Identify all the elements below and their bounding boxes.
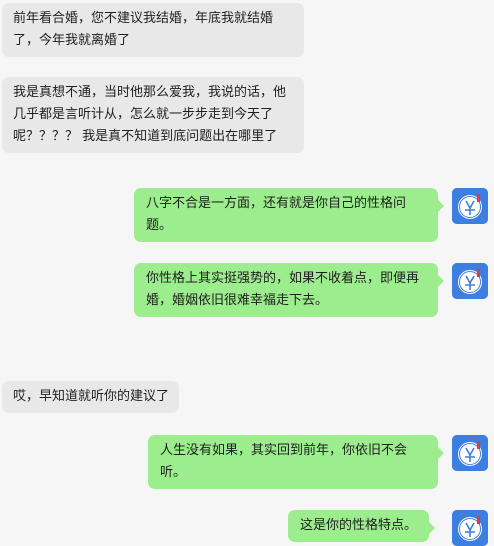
avatar-icon [452,510,488,546]
message-text: 前年看合婚，您不建议我结婚，年底我就结婚了，今年我就离婚了 [13,11,274,48]
message-text: 人生没有如果，其实回到前年，你依旧不会听。 [160,443,408,480]
message-text: 八字不合是一方面，还有就是你自己的性格问题。 [146,196,407,233]
avatar-icon [452,263,488,299]
avatar[interactable] [452,435,488,471]
outgoing-message: 你性格上其实挺强势的，如果不收着点，即便再婚，婚姻依旧很难幸福走下去。 [134,263,444,317]
outgoing-message: 这是你的性格特点。 [288,510,436,542]
avatar[interactable] [452,510,488,546]
avatar[interactable] [452,263,488,299]
incoming-message: 前年看合婚，您不建议我结婚，年底我就结婚了，今年我就离婚了 [2,3,304,57]
incoming-message: 哎，早知道就听你的建议了 [2,381,180,413]
message-text: 这是你的性格特点。 [300,518,418,533]
message-text: 我是真想不通，当时他那么爱我，我说的话，他几乎都是言听计从，怎么就一步步走到今天… [13,85,287,144]
message-text: 哎，早知道就听你的建议了 [13,389,170,404]
avatar-icon [452,435,488,471]
outgoing-message: 人生没有如果，其实回到前年，你依旧不会听。 [148,435,444,489]
outgoing-message: 八字不合是一方面，还有就是你自己的性格问题。 [134,188,444,242]
avatar-icon [452,188,488,224]
message-text: 你性格上其实挺强势的，如果不收着点，即便再婚，婚姻依旧很难幸福走下去。 [146,271,420,308]
avatar[interactable] [452,188,488,224]
incoming-message: 我是真想不通，当时他那么爱我，我说的话，他几乎都是言听计从，怎么就一步步走到今天… [2,77,304,153]
